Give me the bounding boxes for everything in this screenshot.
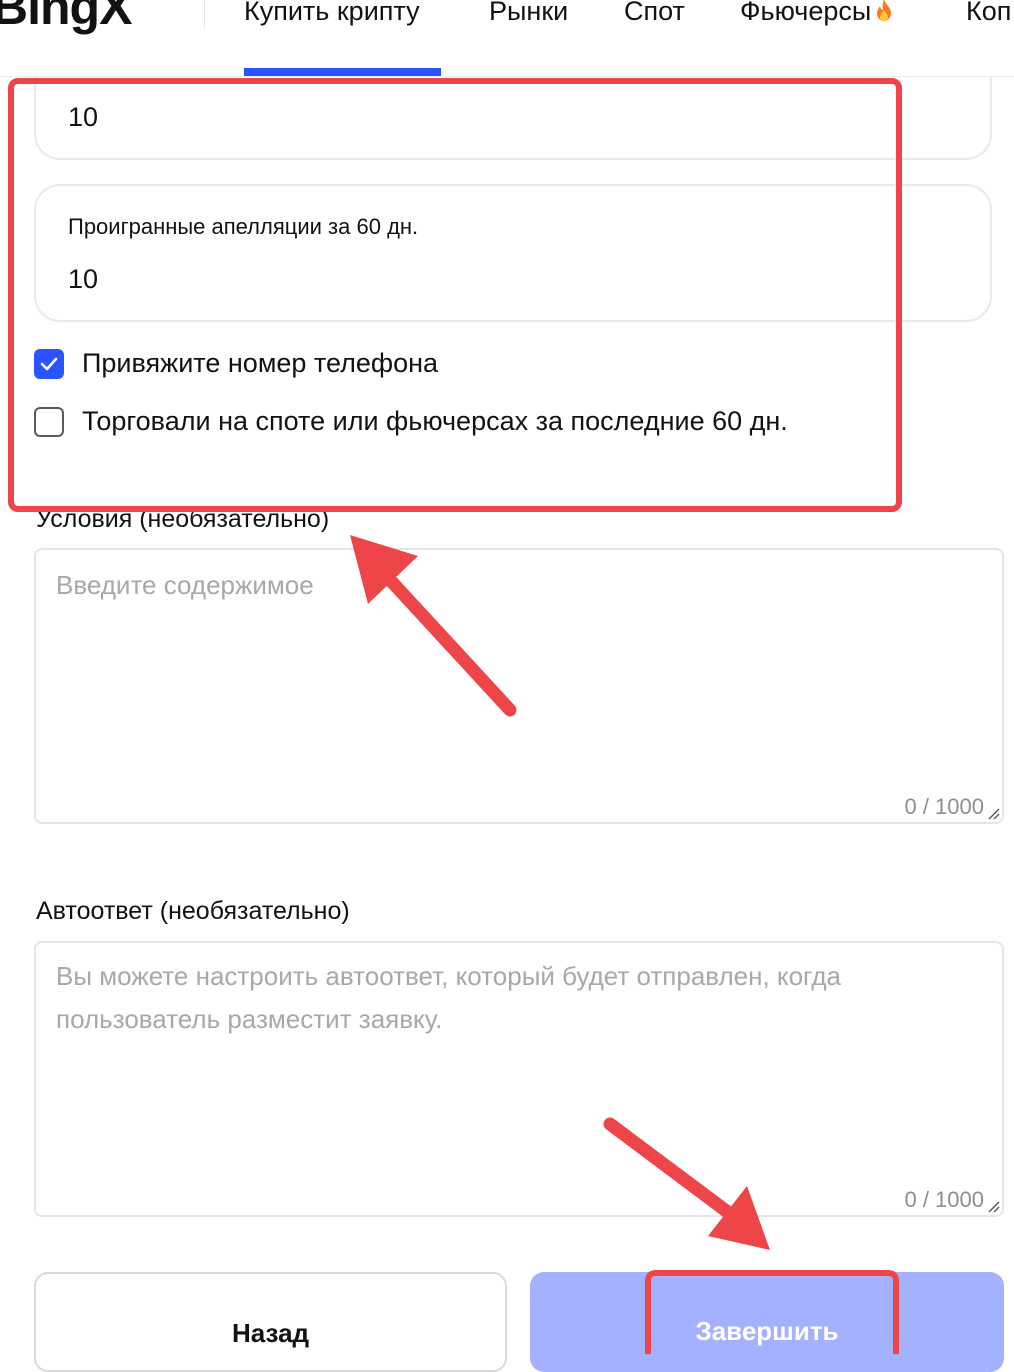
- terms-placeholder: Введите содержимое: [56, 570, 314, 600]
- fire-icon: [877, 0, 892, 21]
- nav-item-futures[interactable]: Фьючерсы: [740, 0, 893, 27]
- resize-handle-icon[interactable]: [986, 806, 1000, 820]
- annotation-highlight-box: [8, 78, 902, 512]
- terms-textarea[interactable]: Введите содержимое 0 / 1000: [34, 548, 1004, 824]
- autoreply-label: Автоответ (необязательно): [36, 897, 350, 925]
- nav-item-copy[interactable]: Коп: [966, 0, 1011, 27]
- nav-divider: [204, 0, 205, 28]
- autoreply-textarea[interactable]: Вы можете настроить автоответ, который б…: [34, 941, 1004, 1217]
- nav-item-spot[interactable]: Спот: [624, 0, 685, 27]
- nav-item-futures-label: Фьючерсы: [740, 0, 872, 26]
- bingx-logo[interactable]: BingX: [0, 0, 132, 36]
- autoreply-placeholder: Вы можете настроить автоответ, который б…: [56, 961, 842, 1034]
- back-button[interactable]: Назад: [34, 1272, 507, 1372]
- resize-handle-icon[interactable]: [986, 1199, 1000, 1213]
- annotation-highlight-finish: [645, 1270, 899, 1354]
- autoreply-char-counter: 0 / 1000: [904, 1187, 984, 1212]
- nav-active-indicator: [244, 68, 441, 76]
- nav-item-markets[interactable]: Рынки: [489, 0, 568, 27]
- nav-item-buy-crypto[interactable]: Купить крипту: [244, 0, 420, 27]
- top-nav: BingX Купить крипту Рынки Спот Фьючерсы …: [0, 0, 1014, 77]
- terms-char-counter: 0 / 1000: [904, 794, 984, 819]
